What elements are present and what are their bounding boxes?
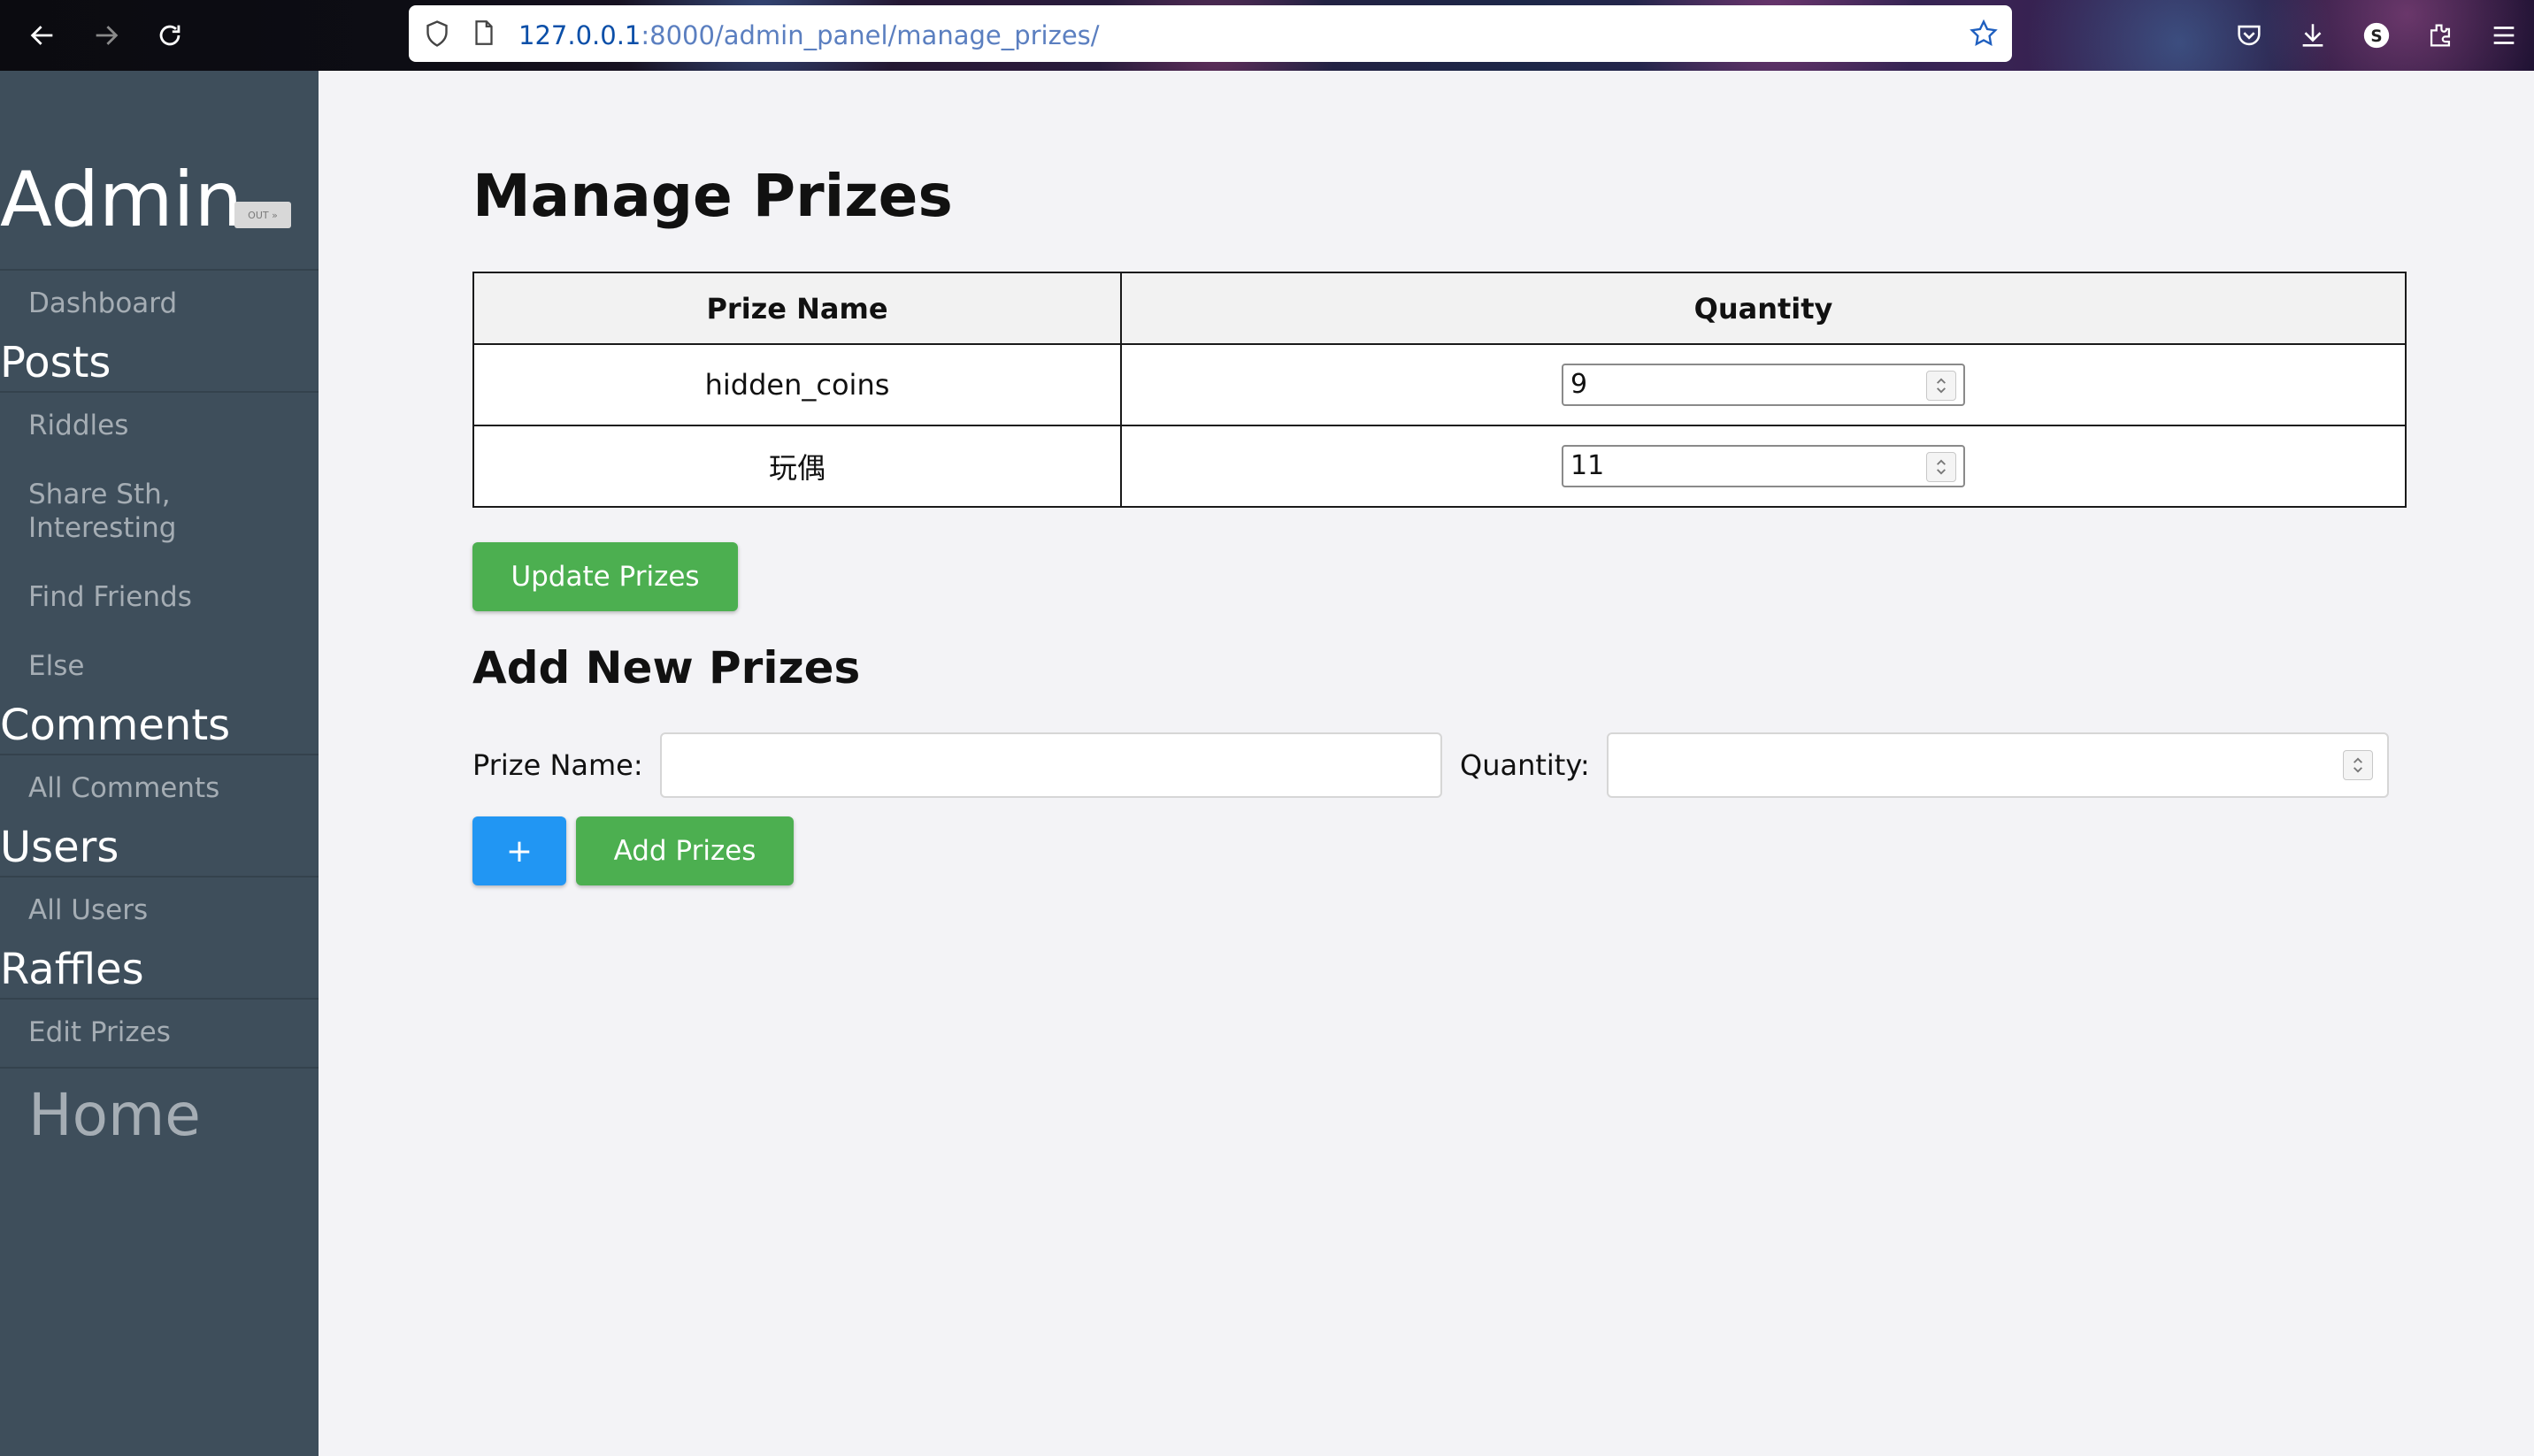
address-bar[interactable]: 127.0.0.1:8000/admin_panel/manage_prizes… <box>409 5 2012 62</box>
prize-name-input[interactable] <box>660 732 1442 798</box>
url-host: 127.0.0.1 <box>518 20 641 50</box>
sidebar-item-home[interactable]: Home <box>28 1081 201 1149</box>
sidebar-item-dashboard[interactable]: Dashboard <box>28 287 177 320</box>
svg-text:S: S <box>2370 27 2382 46</box>
sidebar-item-find-friends[interactable]: Find Friends <box>28 580 192 614</box>
bookmark-star-icon[interactable] <box>1968 18 2000 53</box>
sidebar-section-posts: Posts <box>0 338 111 387</box>
quantity-stepper[interactable] <box>1926 452 1956 482</box>
quantity-value: 11 <box>1570 450 1605 481</box>
quantity-stepper[interactable] <box>1926 371 1956 401</box>
sidebar-item-all-users[interactable]: All Users <box>28 893 148 927</box>
column-header-quantity: Quantity <box>1120 272 2407 345</box>
quantity-cell: 11 <box>1120 425 2407 508</box>
logout-button[interactable]: OUT » <box>234 202 291 228</box>
table-row: 玩偶 11 <box>472 425 2407 508</box>
sidebar-item-edit-prizes[interactable]: Edit Prizes <box>28 1015 171 1049</box>
sidebar-item-all-comments[interactable]: All Comments <box>28 771 219 805</box>
page-icon <box>469 18 499 51</box>
account-icon[interactable]: S <box>2357 16 2396 55</box>
sidebar-section-users: Users <box>0 823 119 872</box>
quantity-stepper[interactable] <box>2343 750 2373 780</box>
table-row: hidden_coins 9 <box>472 343 2407 426</box>
add-prizes-button[interactable]: Add Prizes <box>576 816 794 885</box>
divider <box>0 391 319 393</box>
sidebar: Admin OUT » Dashboard Posts Riddles Shar… <box>0 71 319 1456</box>
add-prizes-heading: Add New Prizes <box>472 642 861 694</box>
divider <box>0 269 319 271</box>
prize-name-cell: 玩偶 <box>472 425 1122 508</box>
prize-name-label: Prize Name: <box>472 748 643 782</box>
url-text[interactable]: 127.0.0.1:8000/admin_panel/manage_prizes… <box>518 20 1100 50</box>
url-path: :8000/admin_panel/manage_prizes/ <box>641 20 1100 50</box>
table-header-row: Prize Name Quantity <box>472 272 2407 345</box>
quantity-input[interactable]: 11 <box>1562 445 1965 487</box>
quantity-value: 9 <box>1570 369 1588 400</box>
prizes-table: Prize Name Quantity hidden_coins 9 玩偶 11 <box>472 272 2407 508</box>
sidebar-section-comments: Comments <box>0 701 231 750</box>
download-icon[interactable] <box>2293 16 2332 55</box>
prize-name-cell: hidden_coins <box>472 343 1122 426</box>
divider <box>0 876 319 877</box>
sidebar-title: Admin <box>0 156 243 244</box>
pocket-icon[interactable] <box>2230 16 2269 55</box>
shield-icon[interactable] <box>421 18 453 53</box>
update-prizes-button[interactable]: Update Prizes <box>472 542 738 611</box>
sidebar-item-else[interactable]: Else <box>28 649 84 683</box>
column-header-prize-name: Prize Name <box>472 272 1122 345</box>
sidebar-item-share[interactable]: Share Sth, Interesting <box>28 478 294 545</box>
add-row-button[interactable]: + <box>472 816 566 885</box>
page-title: Manage Prizes <box>472 162 953 230</box>
sidebar-section-raffles: Raffles <box>0 945 144 994</box>
back-arrow-icon[interactable] <box>21 14 64 57</box>
quantity-label: Quantity: <box>1460 748 1590 782</box>
extensions-icon[interactable] <box>2421 16 2460 55</box>
quantity-cell: 9 <box>1120 343 2407 426</box>
sidebar-item-riddles[interactable]: Riddles <box>28 409 128 442</box>
forward-arrow-icon[interactable] <box>85 14 127 57</box>
reload-icon[interactable] <box>149 14 191 57</box>
menu-icon[interactable] <box>2484 16 2523 55</box>
divider <box>0 998 319 1000</box>
browser-toolbar: 127.0.0.1:8000/admin_panel/manage_prizes… <box>0 0 2534 71</box>
divider <box>0 1067 319 1069</box>
divider <box>0 754 319 755</box>
new-quantity-input[interactable] <box>1607 732 2389 798</box>
quantity-input[interactable]: 9 <box>1562 364 1965 406</box>
